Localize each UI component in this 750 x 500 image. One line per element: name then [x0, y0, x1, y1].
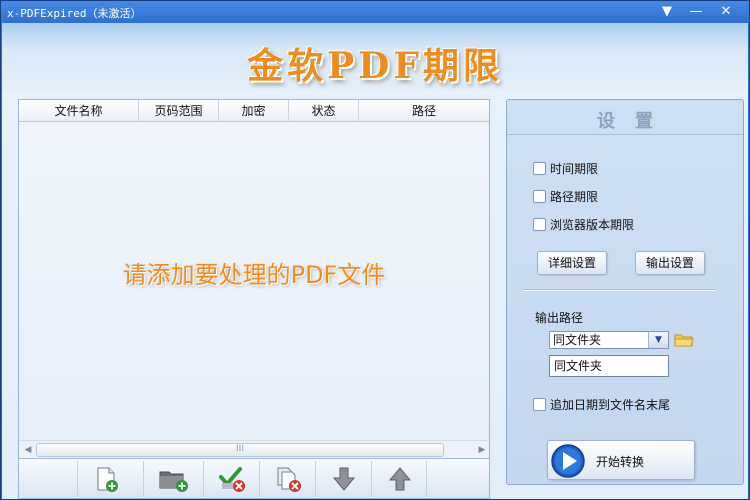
- remove-all-icon: [277, 467, 301, 492]
- column-header-path[interactable]: 路径: [359, 100, 489, 122]
- output-path-input[interactable]: 同文件夹: [549, 355, 669, 377]
- window-title: x-PDFExpired（未激活）: [7, 7, 142, 20]
- column-header-status[interactable]: 状态: [289, 100, 359, 122]
- add-folder-button[interactable]: [143, 461, 199, 497]
- settings-title-divider: [507, 134, 743, 135]
- column-header-filename[interactable]: 文件名称: [19, 100, 139, 122]
- arrow-up-icon: [388, 467, 412, 491]
- remove-checked-button[interactable]: [203, 461, 259, 497]
- move-up-button[interactable]: [371, 461, 427, 497]
- move-down-button[interactable]: [315, 461, 371, 497]
- detail-settings-button[interactable]: 详细设置: [537, 251, 608, 275]
- dropdown-arrow-icon[interactable]: ▼: [648, 332, 668, 348]
- browse-folder-button[interactable]: [674, 332, 694, 348]
- banner: 金软PDF期限: [2, 23, 748, 91]
- output-path-label: 输出路径: [535, 311, 584, 325]
- path-limit-checkbox[interactable]: [533, 190, 546, 203]
- start-convert-label: 开始转换: [596, 455, 645, 469]
- start-convert-button[interactable]: 开始转换: [547, 440, 695, 480]
- play-icon: [551, 444, 585, 478]
- time-limit-label: 时间期限: [550, 162, 599, 176]
- settings-title: 设置: [597, 111, 673, 132]
- title-bar[interactable]: x-PDFExpired（未激活） ▼ — ✕: [1, 1, 749, 23]
- append-date-checkbox[interactable]: [533, 398, 546, 411]
- append-date-label: 追加日期到文件名末尾: [550, 398, 671, 412]
- settings-divider: [523, 289, 715, 291]
- banner-title: 金软PDF期限: [247, 45, 503, 87]
- add-file-icon: [97, 467, 118, 492]
- settings-panel: 设置 时间期限 路径期限 浏览器版本期限 详细设置 输出设置 输出路径 同文件夹…: [506, 99, 744, 485]
- scroll-right-icon[interactable]: ▶: [475, 443, 489, 457]
- output-path-select[interactable]: 同文件夹 ▼: [549, 331, 669, 349]
- scroll-thumb[interactable]: III: [36, 443, 444, 457]
- file-toolbar: [18, 459, 490, 499]
- app-window: x-PDFExpired（未激活） ▼ — ✕ 金软PDF期限 文件名称 页码范…: [0, 0, 750, 500]
- column-header-encryption[interactable]: 加密: [219, 100, 289, 122]
- browser-version-limit-checkbox[interactable]: [533, 218, 546, 231]
- remove-all-button[interactable]: [259, 461, 315, 497]
- path-limit-label: 路径期限: [550, 190, 599, 204]
- minimize-button[interactable]: —: [683, 3, 709, 21]
- browser-version-limit-label: 浏览器版本期限: [550, 218, 635, 232]
- output-settings-button[interactable]: 输出设置: [635, 251, 706, 275]
- horizontal-scrollbar[interactable]: ◀ III ▶: [19, 440, 489, 458]
- remove-checked-icon: [219, 467, 245, 492]
- folder-icon: [674, 334, 694, 347]
- menu-dropdown-button[interactable]: ▼: [654, 3, 680, 21]
- empty-list-hint: 请添加要处理的PDF文件: [122, 261, 386, 289]
- add-file-button[interactable]: [77, 461, 133, 497]
- add-folder-icon: [159, 471, 188, 492]
- arrow-down-icon: [332, 467, 356, 491]
- column-header-page-range[interactable]: 页码范围: [139, 100, 219, 122]
- scroll-left-icon[interactable]: ◀: [21, 443, 35, 457]
- client-area: 金软PDF期限 文件名称 页码范围 加密 状态 路径 请添加要处理的PDF文件 …: [2, 23, 748, 499]
- time-limit-checkbox[interactable]: [533, 162, 546, 175]
- close-button[interactable]: ✕: [713, 3, 739, 21]
- table-header: 文件名称 页码范围 加密 状态 路径: [19, 100, 489, 122]
- file-list-panel[interactable]: 文件名称 页码范围 加密 状态 路径 请添加要处理的PDF文件 ◀ III ▶: [18, 99, 490, 459]
- output-path-select-value: 同文件夹: [553, 333, 602, 347]
